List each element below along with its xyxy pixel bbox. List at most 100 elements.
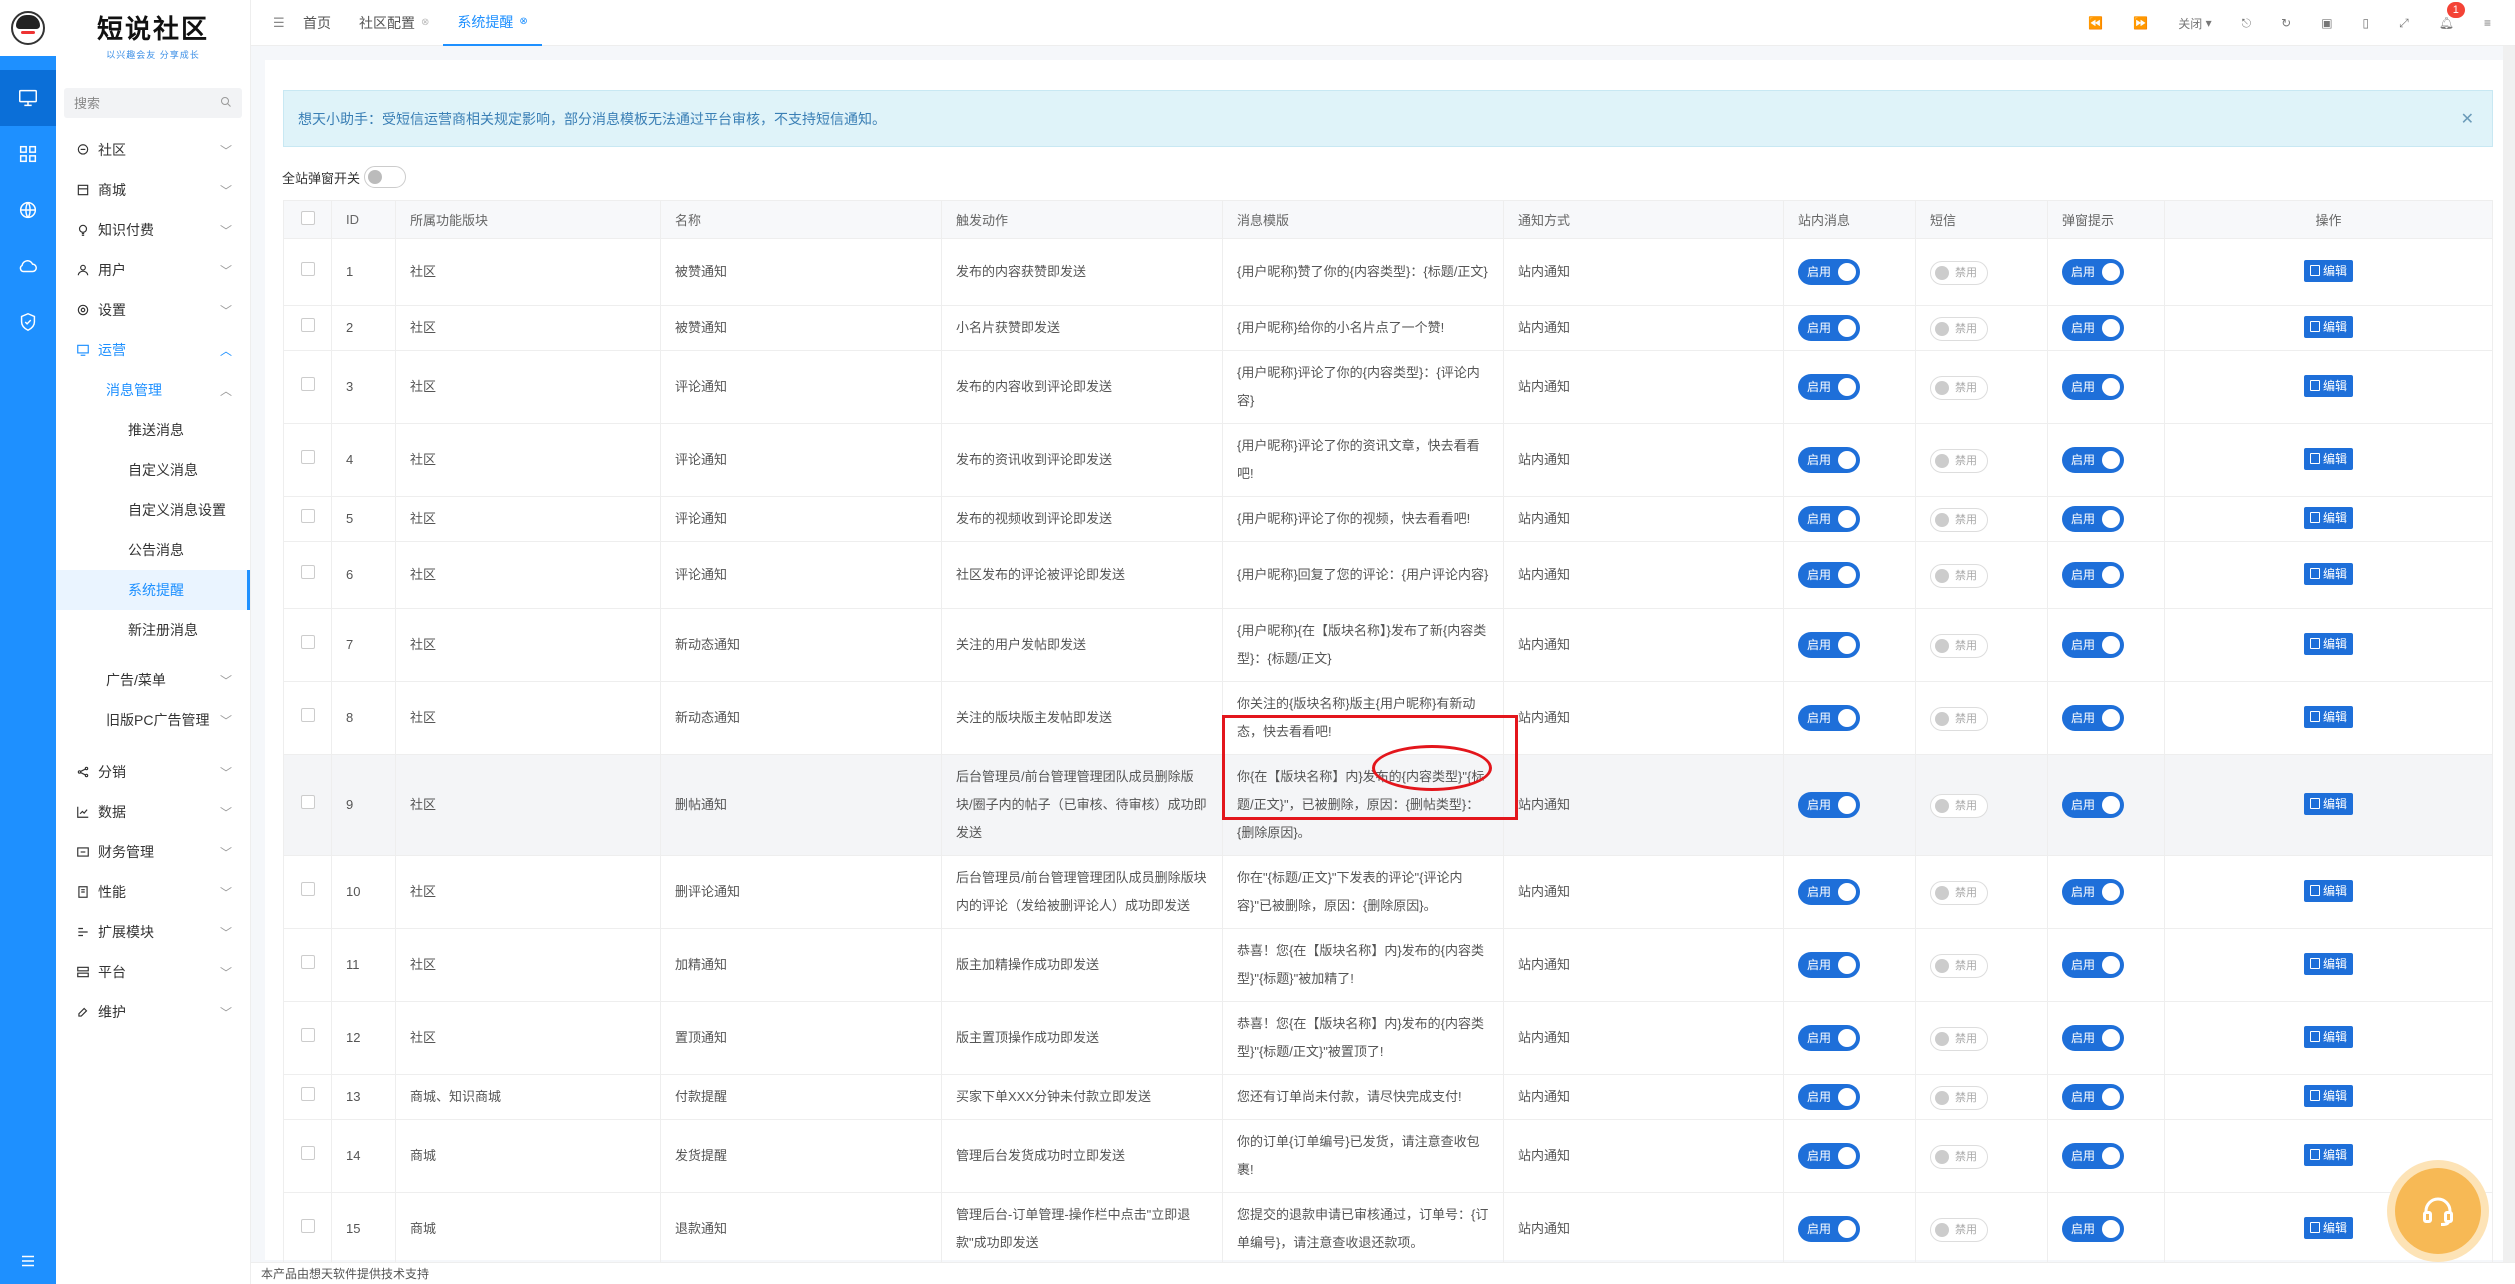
menu-toggle-icon[interactable] [0, 1252, 56, 1270]
sms-switch[interactable]: 禁用 [1930, 376, 1988, 400]
sms-switch[interactable]: 禁用 [1930, 881, 1988, 905]
popup-switch[interactable]: 启用 [2062, 315, 2124, 341]
menu-data[interactable]: 数据 ﹀ [56, 792, 250, 832]
row-checkbox[interactable] [300, 795, 315, 809]
sms-switch[interactable]: 禁用 [1930, 261, 1988, 285]
edit-button[interactable]: 编辑 [2303, 1025, 2353, 1048]
collapse-sidebar-icon[interactable]: ☰ [251, 15, 285, 31]
popup-switch[interactable]: 启用 [2062, 259, 2124, 285]
popup-switch[interactable]: 启用 [2062, 447, 2124, 473]
cloud-icon[interactable] [0, 238, 56, 294]
row-checkbox[interactable] [300, 882, 315, 896]
row-checkbox[interactable] [300, 1028, 315, 1042]
popup-switch[interactable]: 启用 [2062, 562, 2124, 588]
edit-button[interactable]: 编辑 [2303, 447, 2353, 470]
close-tab-icon[interactable]: ⊗ [421, 17, 429, 28]
close-icon[interactable]: ✕ [2461, 109, 2474, 129]
site-message-switch[interactable]: 启用 [1798, 1025, 1860, 1051]
sms-switch[interactable]: 禁用 [1930, 317, 1988, 341]
menu-finance[interactable]: 财务管理 ﹀ [56, 832, 250, 872]
edit-button[interactable]: 编辑 [2303, 1143, 2353, 1166]
site-message-switch[interactable]: 启用 [1798, 447, 1860, 473]
row-checkbox[interactable] [300, 318, 315, 332]
col-popup[interactable]: 弹窗提示 [2047, 200, 2165, 239]
menu-performance[interactable]: 性能 ﹀ [56, 872, 250, 912]
row-checkbox[interactable] [300, 955, 315, 969]
menu-ads[interactable]: 广告/菜单 ﹀ [56, 660, 250, 700]
site-message-switch[interactable]: 启用 [1798, 792, 1860, 818]
menu-system-reminder[interactable]: 系统提醒 [56, 570, 250, 610]
site-message-switch[interactable]: 启用 [1798, 632, 1860, 658]
scrollbar[interactable] [2503, 46, 2515, 1262]
menu-custom-message-settings[interactable]: 自定义消息设置 [56, 490, 250, 530]
popup-switch[interactable]: 启用 [2062, 506, 2124, 532]
row-checkbox[interactable] [300, 450, 315, 464]
customer-service-button[interactable] [2395, 1168, 2481, 1254]
menu-custom-message[interactable]: 自定义消息 [56, 450, 250, 490]
menu-knowledge[interactable]: 知识付费 ﹀ [56, 210, 250, 250]
sms-switch[interactable]: 禁用 [1930, 1027, 1988, 1051]
scroll-right-icon[interactable]: ⏩ [2133, 16, 2148, 30]
shield-icon[interactable] [0, 294, 56, 350]
col-id[interactable]: ID [331, 200, 396, 239]
edit-button[interactable]: 编辑 [2303, 374, 2353, 397]
site-message-switch[interactable]: 启用 [1798, 1216, 1860, 1242]
edit-button[interactable]: 编辑 [2303, 506, 2353, 529]
sms-switch[interactable]: 禁用 [1930, 1218, 1988, 1242]
menu-old-pc-ads[interactable]: 旧版PC广告管理 ﹀ [56, 700, 250, 740]
sms-switch[interactable]: 禁用 [1930, 634, 1988, 658]
menu-operations[interactable]: 运营 ︿ [56, 330, 250, 370]
edit-button[interactable]: 编辑 [2303, 259, 2353, 282]
menu-announcement[interactable]: 公告消息 [56, 530, 250, 570]
tab-community-config[interactable]: 社区配置 ⊗ [345, 0, 443, 46]
site-message-switch[interactable]: 启用 [1798, 1084, 1860, 1110]
row-checkbox[interactable] [300, 1087, 315, 1101]
site-message-switch[interactable]: 启用 [1798, 259, 1860, 285]
sms-switch[interactable]: 禁用 [1930, 1086, 1988, 1110]
row-checkbox[interactable] [300, 1219, 315, 1233]
edit-button[interactable]: 编辑 [2303, 315, 2353, 338]
popup-switch[interactable]: 启用 [2062, 792, 2124, 818]
menu-settings[interactable]: 设置 ﹀ [56, 290, 250, 330]
global-popup-toggle[interactable] [364, 166, 407, 188]
edit-button[interactable]: 编辑 [2303, 1084, 2353, 1107]
lock-icon[interactable]: ▣ [2321, 16, 2332, 30]
apps-grid-icon[interactable] [0, 126, 56, 182]
row-checkbox[interactable] [300, 1146, 315, 1160]
menu-new-register-message[interactable]: 新注册消息 [56, 610, 250, 650]
col-name[interactable]: 名称 [660, 200, 942, 239]
menu-platform[interactable]: 平台 ﹀ [56, 952, 250, 992]
menu-distribution[interactable]: 分销 ﹀ [56, 752, 250, 792]
col-trigger[interactable]: 触发动作 [941, 200, 1223, 239]
row-checkbox[interactable] [300, 635, 315, 649]
scroll-left-icon[interactable]: ⏪ [2088, 16, 2103, 30]
col-actions[interactable]: 操作 [2164, 200, 2493, 239]
sms-switch[interactable]: 禁用 [1930, 564, 1988, 588]
more-menu-icon[interactable]: ≡ [2484, 16, 2491, 30]
row-checkbox[interactable] [300, 262, 315, 276]
col-module[interactable]: 所属功能版块 [395, 200, 661, 239]
col-site-message[interactable]: 站内消息 [1783, 200, 1916, 239]
menu-message-mgmt[interactable]: 消息管理 ︿ [56, 370, 250, 410]
popup-switch[interactable]: 启用 [2062, 1143, 2124, 1169]
exit-icon[interactable]: ⎋ [2242, 16, 2252, 31]
row-checkbox[interactable] [300, 377, 315, 391]
site-message-switch[interactable]: 启用 [1798, 315, 1860, 341]
popup-switch[interactable]: 启用 [2062, 632, 2124, 658]
site-message-switch[interactable]: 启用 [1798, 562, 1860, 588]
menu-mall[interactable]: 商城 ﹀ [56, 170, 250, 210]
globe-icon[interactable] [0, 182, 56, 238]
popup-switch[interactable]: 启用 [2062, 705, 2124, 731]
popup-switch[interactable]: 启用 [2062, 952, 2124, 978]
sms-switch[interactable]: 禁用 [1930, 1145, 1988, 1169]
col-sms[interactable]: 短信 [1915, 200, 2048, 239]
bell-icon[interactable]: 🔔︎ 1 [2439, 2, 2465, 30]
popup-switch[interactable]: 启用 [2062, 879, 2124, 905]
col-method[interactable]: 通知方式 [1503, 200, 1784, 239]
edit-button[interactable]: 编辑 [2303, 952, 2353, 975]
edit-button[interactable]: 编辑 [2303, 879, 2353, 902]
sms-switch[interactable]: 禁用 [1930, 449, 1988, 473]
tab-home[interactable]: 首页 [289, 0, 345, 46]
menu-push-message[interactable]: 推送消息 [56, 410, 250, 450]
row-checkbox[interactable] [300, 565, 315, 579]
